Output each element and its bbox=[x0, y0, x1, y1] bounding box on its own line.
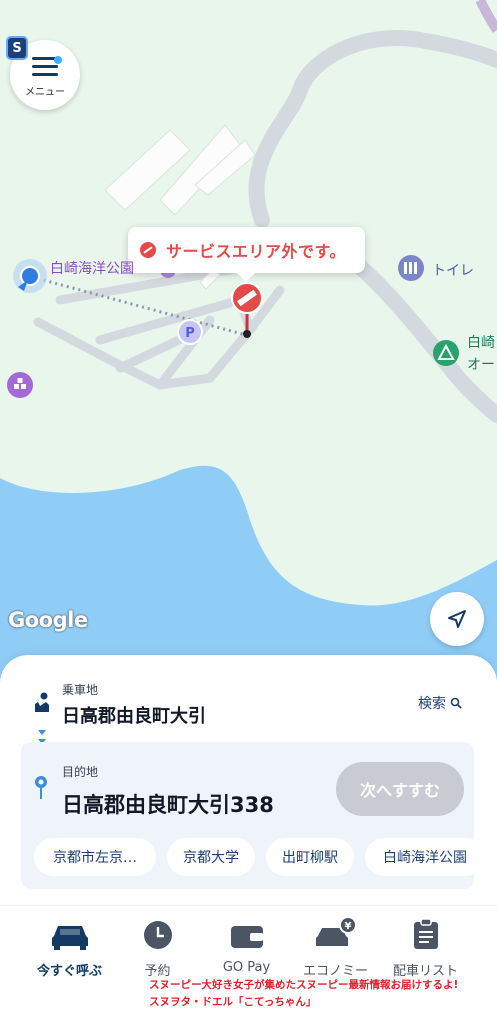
recenter-button[interactable] bbox=[430, 592, 484, 646]
taxi-icon bbox=[51, 926, 88, 950]
suggestion-chips: 京都市左京… 京都大学 出町柳駅 白崎海洋公園 bbox=[34, 838, 474, 876]
tab-economy[interactable]: ¥ エコノミー bbox=[286, 916, 385, 982]
economy-car-icon: ¥ bbox=[315, 916, 357, 946]
tooltip-text: サービスエリア外です。 bbox=[166, 242, 346, 261]
tab-go-pay[interactable]: GO Pay bbox=[197, 916, 296, 982]
suggestion-chip[interactable]: 京都市左京… bbox=[34, 838, 156, 876]
svg-text:¥: ¥ bbox=[344, 921, 351, 932]
search-label: 検索 bbox=[418, 696, 446, 712]
destination-address[interactable]: 日高郡由良町大引338 bbox=[62, 789, 274, 819]
notification-dot bbox=[54, 56, 62, 64]
clock-icon bbox=[143, 921, 172, 949]
app-badge: S bbox=[6, 36, 28, 60]
tab-call-now[interactable]: 今すぐ呼ぶ bbox=[20, 916, 119, 982]
pickup-label: 乗車地 bbox=[62, 683, 99, 697]
suggestion-chip[interactable]: 京都大学 bbox=[167, 838, 255, 876]
map-canvas: P bbox=[0, 0, 497, 700]
clipboard-icon bbox=[413, 918, 438, 949]
facility-icon bbox=[7, 372, 33, 398]
tab-label: 今すぐ呼ぶ bbox=[36, 964, 102, 979]
menu-label: メニュー bbox=[25, 86, 65, 98]
tab-dispatch-list[interactable]: 配車リスト bbox=[376, 916, 475, 982]
pickup-person-icon bbox=[35, 692, 49, 712]
wallet-icon bbox=[230, 926, 263, 948]
tab-label: GO Pay bbox=[222, 960, 271, 975]
place-label[interactable]: 白崎海洋公園 bbox=[50, 258, 134, 278]
navigation-arrow-icon bbox=[448, 610, 466, 628]
next-button[interactable]: 次へすすむ bbox=[336, 762, 464, 816]
current-location-dot bbox=[20, 266, 40, 286]
promo-overlay-line-2: スヌヲタ・ドエル「こてっちゃん」 bbox=[149, 996, 317, 1008]
suggestion-chip[interactable]: 出町柳駅 bbox=[266, 838, 354, 876]
destination-pin-icon bbox=[35, 776, 47, 799]
road-top bbox=[475, 0, 497, 33]
no-entry-icon bbox=[140, 242, 156, 258]
search-button[interactable]: 検索 bbox=[418, 693, 462, 713]
suggestion-chip[interactable]: 白崎海洋公園 bbox=[365, 838, 474, 876]
tab-reservation[interactable]: 予約 bbox=[108, 916, 207, 982]
poi-label-2[interactable]: オー bbox=[467, 354, 495, 374]
map-view[interactable]: P メニュー S サービスエリア外です。 白崎海洋公園 トイレ 白崎 オー Go… bbox=[0, 0, 497, 700]
poi-label-1[interactable]: 白崎 bbox=[467, 332, 495, 352]
toilet-label[interactable]: トイレ bbox=[432, 260, 474, 280]
svg-text:P: P bbox=[185, 326, 195, 341]
destination-label: 目的地 bbox=[62, 765, 99, 779]
promo-overlay-line-1: スヌーピー大好き女子が集めたスヌーピー最新情報お届けするよ! bbox=[149, 979, 459, 991]
google-logo: Google bbox=[8, 608, 88, 632]
out-of-area-tooltip: サービスエリア外です。 bbox=[128, 227, 365, 282]
main-road bbox=[248, 30, 497, 228]
search-icon bbox=[450, 697, 462, 709]
pickup-address[interactable]: 日高郡由良町大引 bbox=[62, 702, 206, 728]
